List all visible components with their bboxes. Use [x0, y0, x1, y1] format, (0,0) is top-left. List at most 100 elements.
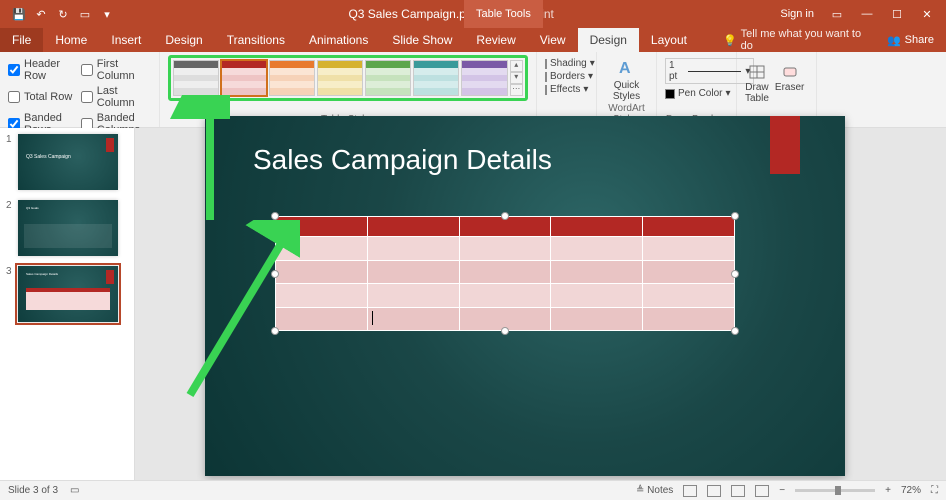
chevron-down-icon: ▾ [590, 58, 595, 69]
selection-handle[interactable] [271, 212, 279, 220]
effects-icon [545, 85, 547, 95]
thumbnail-1[interactable]: 1 Q3 Sales Campaign [6, 134, 128, 190]
minimize-icon[interactable]: — [860, 7, 874, 21]
effects-button[interactable]: Effects▾ [545, 84, 588, 95]
thumbnail-2[interactable]: 2 Q3 Goals [6, 200, 128, 256]
maximize-icon[interactable]: ☐ [890, 7, 904, 21]
zoom-slider[interactable] [795, 489, 875, 492]
tab-insert[interactable]: Insert [99, 28, 153, 52]
tab-file[interactable]: File [0, 28, 43, 52]
signin-link[interactable]: Sign in [780, 8, 814, 20]
table-style-gold[interactable] [317, 60, 363, 96]
wordart-icon: A [617, 58, 637, 78]
window-title: Q3 Sales Campaign.pptx - PowerPoint [122, 7, 780, 21]
tab-slideshow[interactable]: Slide Show [380, 28, 464, 52]
slide-canvas: Sales Campaign Details [205, 116, 845, 476]
quick-styles-button[interactable]: A Quick Styles [605, 54, 648, 102]
tell-me-search[interactable]: 💡 Tell me what you want to do [699, 28, 875, 52]
lightbulb-icon: 💡 [723, 34, 737, 47]
borders-button[interactable]: Borders▾ [545, 71, 588, 82]
tab-review[interactable]: Review [464, 28, 527, 52]
ribbon-tabs: File Home Insert Design Transitions Anim… [0, 28, 946, 52]
qat-dropdown-icon[interactable]: ▾ [100, 7, 114, 21]
status-bar: Slide 3 of 3 ▭ ≜ Notes − + 72% ⛶ [0, 480, 946, 500]
thumbnail-3[interactable]: 3 Sales Campaign Details [6, 266, 128, 322]
slide-indicator: Slide 3 of 3 [8, 485, 58, 496]
table-style-teal[interactable] [413, 60, 459, 96]
chevron-down-icon: ▾ [588, 71, 593, 82]
quick-styles-label: Quick Styles [613, 80, 640, 102]
table-style-purple[interactable] [461, 60, 507, 96]
workspace: 1 Q3 Sales Campaign 2 Q3 Goals 3 Sales C… [0, 128, 946, 480]
gallery-scroll: ▴ ▾ ⋯ [510, 60, 523, 96]
selection-handle[interactable] [731, 270, 739, 278]
checkbox-first-column[interactable]: First Column [81, 58, 151, 82]
draw-table-button[interactable]: Draw Table [745, 58, 769, 104]
zoom-out-icon[interactable]: − [779, 485, 785, 496]
view-slideshow-icon[interactable] [755, 485, 769, 497]
table-style-red[interactable] [221, 60, 267, 96]
spellcheck-icon[interactable]: ▭ [70, 485, 79, 496]
zoom-in-icon[interactable]: + [885, 485, 891, 496]
view-sorter-icon[interactable] [707, 485, 721, 497]
tab-view[interactable]: View [528, 28, 578, 52]
border-icon [545, 72, 547, 82]
selection-handle[interactable] [501, 212, 509, 220]
table-style-gray[interactable] [173, 60, 219, 96]
slide-table[interactable] [275, 216, 735, 331]
share-button[interactable]: 👥 Share [875, 28, 946, 52]
tab-table-layout[interactable]: Layout [639, 28, 699, 52]
selection-handle[interactable] [271, 327, 279, 335]
fill-icon [545, 59, 547, 69]
gallery-scroll-down-icon[interactable]: ▾ [510, 72, 523, 84]
document-filename: Q3 Sales Campaign.pptx [348, 7, 481, 21]
view-reading-icon[interactable] [731, 485, 745, 497]
tab-transitions[interactable]: Transitions [215, 28, 297, 52]
quick-access-toolbar: 💾 ↶ ↻ ▭ ▾ [4, 7, 122, 21]
ribbon-display-icon[interactable]: ▭ [830, 7, 844, 21]
share-label: Share [905, 34, 934, 46]
close-icon[interactable]: ✕ [920, 7, 934, 21]
undo-icon[interactable]: ↶ [34, 7, 48, 21]
checkbox-last-column[interactable]: Last Column [81, 85, 151, 109]
save-icon[interactable]: 💾 [12, 7, 26, 21]
slide-title[interactable]: Sales Campaign Details [253, 144, 552, 176]
selection-handle[interactable] [501, 327, 509, 335]
selection-handle[interactable] [271, 270, 279, 278]
tell-me-label: Tell me what you want to do [741, 28, 875, 52]
title-bar-right: Sign in ▭ — ☐ ✕ [780, 7, 942, 21]
chevron-down-icon: ▾ [583, 84, 588, 95]
title-bar: 💾 ↶ ↻ ▭ ▾ Q3 Sales Campaign.pptx - Power… [0, 0, 946, 28]
checkbox-total-row[interactable]: Total Row [8, 85, 73, 109]
slide-editor[interactable]: Sales Campaign Details [135, 128, 946, 480]
slide-thumbnail-panel: 1 Q3 Sales Campaign 2 Q3 Goals 3 Sales C… [0, 128, 135, 480]
tab-table-design[interactable]: Design [578, 28, 639, 52]
notes-button[interactable]: ≜ Notes [636, 485, 673, 496]
eraser-icon [781, 62, 799, 80]
table-style-orange[interactable] [269, 60, 315, 96]
table-style-green[interactable] [365, 60, 411, 96]
draw-table-icon [748, 62, 766, 80]
pen-color-icon [665, 89, 675, 99]
context-tab-label: Table Tools [464, 0, 543, 28]
zoom-level[interactable]: 72% [901, 485, 921, 496]
tab-design[interactable]: Design [153, 28, 214, 52]
svg-text:A: A [619, 60, 631, 77]
start-slideshow-icon[interactable]: ▭ [78, 7, 92, 21]
table-styles-gallery: ▴ ▾ ⋯ [168, 55, 528, 101]
tab-home[interactable]: Home [43, 28, 99, 52]
share-icon: 👥 [887, 34, 901, 47]
eraser-button[interactable]: Eraser [775, 58, 804, 104]
selection-handle[interactable] [731, 212, 739, 220]
tab-animations[interactable]: Animations [297, 28, 380, 52]
fit-to-window-icon[interactable]: ⛶ [931, 485, 938, 496]
gallery-more-icon[interactable]: ⋯ [510, 84, 523, 96]
view-normal-icon[interactable] [683, 485, 697, 497]
shading-button[interactable]: Shading▾ [545, 58, 588, 69]
checkbox-header-row[interactable]: Header Row [8, 58, 73, 82]
gallery-scroll-up-icon[interactable]: ▴ [510, 60, 523, 72]
accent-shape [770, 116, 800, 174]
redo-icon[interactable]: ↻ [56, 7, 70, 21]
selection-handle[interactable] [731, 327, 739, 335]
group-table-style-options: Header Row First Column Total Row Last C… [0, 52, 160, 127]
